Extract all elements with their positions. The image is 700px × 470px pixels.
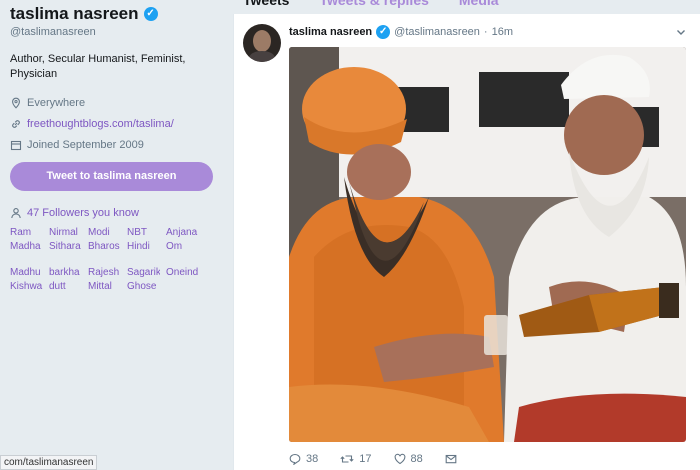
calendar-icon [10,140,22,150]
retweet-icon [340,455,354,463]
known-follower[interactable]: Nirmal Sithara [49,226,82,254]
known-follower[interactable]: Anjana Om [166,226,199,254]
followers-you-know-label: 47 Followers you know [27,207,139,219]
message-action[interactable] [445,453,457,465]
known-follower[interactable]: NBT Hindi [127,226,160,254]
profile-sidebar: taslima nasreen ✓ @taslimanasreen Author… [0,0,233,470]
tweet-to-button[interactable]: Tweet to taslima nasreen [10,162,213,191]
profile-meta: Everywhere freethoughtblogs.com/taslima/… [10,92,223,155]
profile-name[interactable]: taslima nasreen [10,4,139,24]
profile-name-row: taslima nasreen ✓ [10,4,223,24]
tweet-timestamp[interactable]: 16m [492,26,513,38]
link-icon [12,119,20,128]
profile-website: freethoughtblogs.com/taslima/ [10,113,223,134]
retweet-count: 17 [359,453,372,465]
joined-text: Joined September 2009 [27,138,144,151]
profile-location: Everywhere [10,92,223,113]
tweet-header: taslima nasreen ✓ @taslimanasreen · 16m [289,25,513,39]
tweet[interactable]: taslima nasreen ✓ @taslimanasreen · 16m [233,14,700,470]
profile-handle[interactable]: @taslimanasreen [10,26,223,38]
tab-media[interactable]: Media [459,0,499,8]
tweet-author-name[interactable]: taslima nasreen [289,26,372,38]
people-icon [11,208,21,219]
followers-you-know-grid: Ram Madha Nirmal Sithara Modi Bharos NBT Hin… [10,226,223,294]
known-follower[interactable]: Oneind [166,266,199,294]
avatar[interactable] [243,24,281,62]
tweet-separator: · [483,26,488,38]
website-link[interactable]: freethoughtblogs.com/taslima/ [27,118,174,130]
tweet-photo[interactable] [289,47,686,442]
verified-badge-icon: ✓ [376,25,391,39]
profile-tabs: Tweets Tweets & replies Media [243,0,499,8]
profile-joined: Joined September 2009 [10,134,223,155]
known-follower[interactable]: Modi Bharos [88,226,121,254]
known-follower[interactable]: Rajesh Mittal [88,266,121,294]
reply-icon [289,453,301,465]
known-follower[interactable]: Sagarik Ghose [127,266,160,294]
known-follower[interactable]: barkha dutt [49,266,82,294]
tab-tweets[interactable]: Tweets [243,0,289,8]
timeline: Tweets Tweets & replies Media taslima na… [233,0,700,470]
like-count: 88 [410,453,423,465]
heart-icon [394,453,405,465]
tab-tweets-replies[interactable]: Tweets & replies [319,0,428,8]
retweet-action[interactable]: 17 [340,453,372,465]
known-follower[interactable]: Madhu Kishwa [10,266,43,294]
location-pin-icon [12,97,20,109]
known-follower[interactable]: Ram Madha [10,226,43,254]
reply-action[interactable]: 38 [289,453,318,465]
chevron-down-icon[interactable] [675,26,687,38]
status-bar-url: com/taslimanasreen [0,455,98,470]
followers-you-know-link[interactable]: 47 Followers you know [10,207,223,219]
like-action[interactable]: 88 [394,453,423,465]
tweet-actions: 38 17 88 [289,453,479,465]
profile-bio: Author, Secular Humanist, Feminist, Phys… [10,53,186,80]
tweet-author-handle[interactable]: @taslimanasreen [394,26,480,38]
location-text: Everywhere [27,96,86,109]
reply-count: 38 [306,453,319,465]
envelope-icon [445,454,457,464]
verified-badge-icon: ✓ [143,7,158,21]
